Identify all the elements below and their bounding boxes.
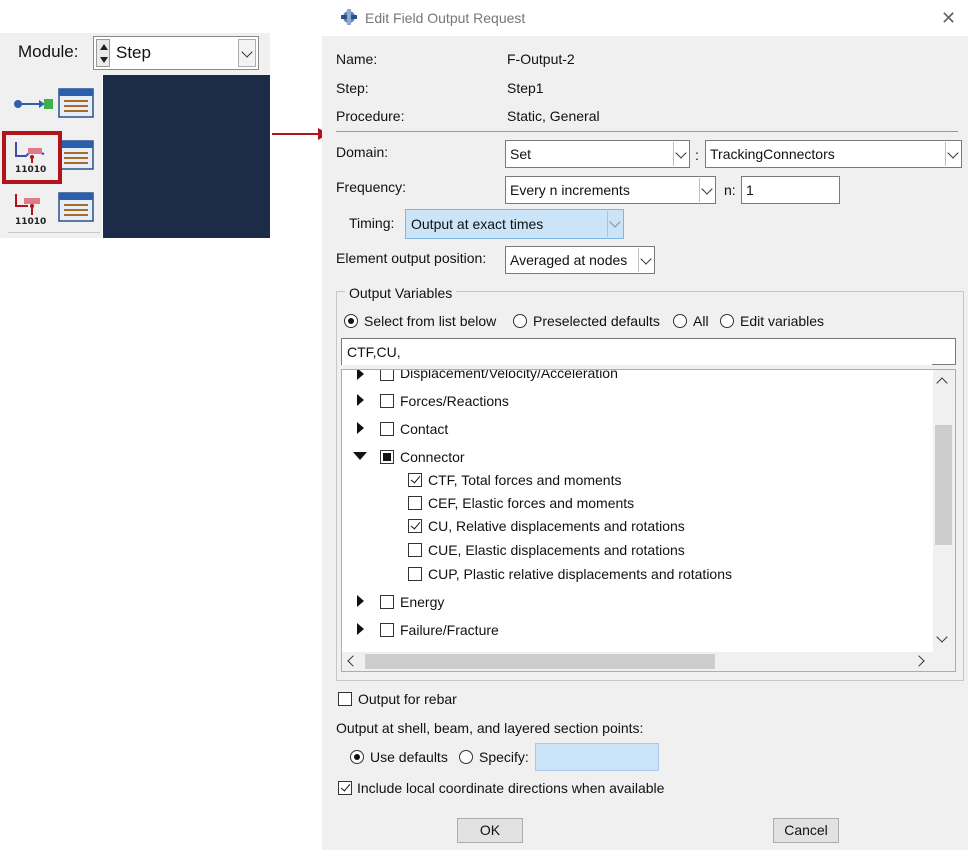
- output-variables-title: Output Variables: [345, 285, 457, 301]
- chevron-down-icon[interactable]: [638, 248, 653, 272]
- history-output-manager-icon[interactable]: [57, 190, 99, 226]
- procedure-value: Static, General: [507, 108, 600, 124]
- callout-arrow-line: [272, 133, 320, 135]
- n-value: 1: [746, 182, 754, 198]
- element-position-value: Averaged at nodes: [510, 252, 628, 268]
- vertical-scroll-thumb[interactable]: [935, 425, 952, 545]
- procedure-label: Procedure:: [336, 108, 405, 124]
- tree-item-label: CTF, Total forces and moments: [428, 472, 622, 488]
- tree-item-label: CUP, Plastic relative displacements and …: [428, 566, 733, 582]
- chevron-down-icon[interactable]: [699, 178, 714, 202]
- step-value: Step1: [507, 80, 544, 96]
- frequency-label: Frequency:: [336, 179, 407, 195]
- timing-value: Output at exact times: [411, 216, 544, 232]
- tree-checkbox[interactable]: [408, 473, 422, 487]
- close-icon[interactable]: ✕: [941, 8, 956, 29]
- expand-icon[interactable]: [357, 394, 364, 406]
- step-manager-icon[interactable]: [57, 86, 99, 122]
- tree-item-label: Connector: [400, 449, 465, 465]
- radio-all[interactable]: [673, 314, 687, 328]
- module-combo[interactable]: Step: [93, 36, 259, 70]
- domain-type-select[interactable]: Set: [505, 140, 690, 168]
- radio-select-from-list[interactable]: [344, 314, 358, 328]
- radio-edit-variables[interactable]: [720, 314, 734, 328]
- cancel-button[interactable]: Cancel: [773, 818, 839, 843]
- name-value: F-Output-2: [507, 51, 575, 67]
- field-output-manager-icon[interactable]: [57, 138, 99, 174]
- tree-checkbox[interactable]: [380, 595, 394, 609]
- expand-icon[interactable]: [357, 623, 364, 635]
- rebar-checkbox[interactable]: [338, 692, 352, 706]
- section-points-label: Output at shell, beam, and layered secti…: [336, 720, 644, 736]
- tree-item-label: CU, Relative displacements and rotations: [428, 518, 685, 534]
- module-value: Step: [116, 43, 151, 62]
- tree-checkbox[interactable]: [380, 450, 394, 464]
- timing-label: Timing:: [349, 215, 395, 231]
- tree-item-label: CUE, Elastic displacements and rotations: [428, 542, 685, 558]
- domain-value: TrackingConnectors: [710, 146, 835, 162]
- element-position-select[interactable]: Averaged at nodes: [505, 246, 655, 274]
- dialog-title: Edit Field Output Request: [365, 10, 526, 26]
- history-output-request-icon[interactable]: 11010: [12, 190, 54, 226]
- element-position-label: Element output position:: [336, 250, 487, 266]
- tree-checkbox[interactable]: [408, 496, 422, 510]
- expand-icon[interactable]: [357, 422, 364, 434]
- step-label: Step:: [336, 80, 369, 96]
- expand-icon[interactable]: [357, 595, 364, 607]
- module-label: Module:: [18, 42, 79, 61]
- specify-label: Specify:: [479, 749, 529, 765]
- rebar-label: Output for rebar: [358, 691, 457, 707]
- tree-item-label: Failure/Fracture: [400, 622, 499, 638]
- specify-input[interactable]: [535, 743, 659, 771]
- radio-label-select-from-list: Select from list below: [364, 313, 497, 329]
- domain-label: Domain:: [336, 144, 389, 160]
- name-label: Name:: [336, 51, 378, 67]
- viewport: [103, 75, 270, 238]
- domain-value-select[interactable]: TrackingConnectors: [705, 140, 962, 168]
- ok-button[interactable]: OK: [457, 818, 523, 843]
- tree-item-label: Energy: [400, 594, 445, 610]
- radio-label-all: All: [693, 313, 709, 329]
- module-spin-arrows[interactable]: [96, 39, 110, 67]
- radio-use-defaults[interactable]: [350, 750, 364, 764]
- svg-text:11010: 11010: [15, 217, 46, 226]
- tree-checkbox[interactable]: [408, 543, 422, 557]
- domain-type-value: Set: [510, 146, 532, 162]
- module-dropdown-button[interactable]: [238, 39, 256, 67]
- chevron-down-icon[interactable]: [673, 142, 688, 166]
- frequency-value: Every n increments: [510, 182, 630, 198]
- tree-item-label: Contact: [400, 421, 449, 437]
- connector-step-icon[interactable]: [12, 86, 54, 122]
- frequency-select[interactable]: Every n increments: [505, 176, 716, 204]
- tree-item-label: CEF, Elastic forces and moments: [428, 495, 635, 511]
- chevron-down-icon[interactable]: [607, 211, 622, 237]
- variables-filter-value: CTF,CU,: [347, 344, 401, 360]
- collapse-icon[interactable]: [353, 452, 367, 460]
- radio-label-edit-variables: Edit variables: [740, 313, 825, 329]
- n-input[interactable]: 1: [741, 176, 840, 204]
- timing-select[interactable]: Output at exact times: [405, 209, 624, 239]
- dialog-app-icon: [341, 9, 357, 25]
- tree-checkbox[interactable]: [380, 394, 394, 408]
- horizontal-scroll-thumb[interactable]: [365, 654, 715, 669]
- tree-checkbox[interactable]: [408, 519, 422, 533]
- toolbox-divider: [8, 232, 100, 233]
- chevron-down-icon[interactable]: [945, 142, 960, 166]
- tree-checkbox[interactable]: [380, 422, 394, 436]
- use-defaults-label: Use defaults: [370, 749, 448, 765]
- divider: [336, 131, 958, 132]
- radio-specify[interactable]: [459, 750, 473, 764]
- tree-checkbox[interactable]: [408, 567, 422, 581]
- local-coord-checkbox[interactable]: [338, 781, 352, 795]
- n-label: n:: [724, 182, 736, 198]
- highlight-box: [2, 131, 62, 184]
- domain-separator: :: [695, 147, 699, 163]
- tree-item-label: Forces/Reactions: [400, 393, 509, 409]
- tree-checkbox[interactable]: [380, 623, 394, 637]
- radio-preselected-defaults[interactable]: [513, 314, 527, 328]
- radio-label-preselected-defaults: Preselected defaults: [533, 313, 660, 329]
- local-coord-label: Include local coordinate directions when…: [357, 780, 665, 796]
- tree-top-border: [341, 369, 956, 370]
